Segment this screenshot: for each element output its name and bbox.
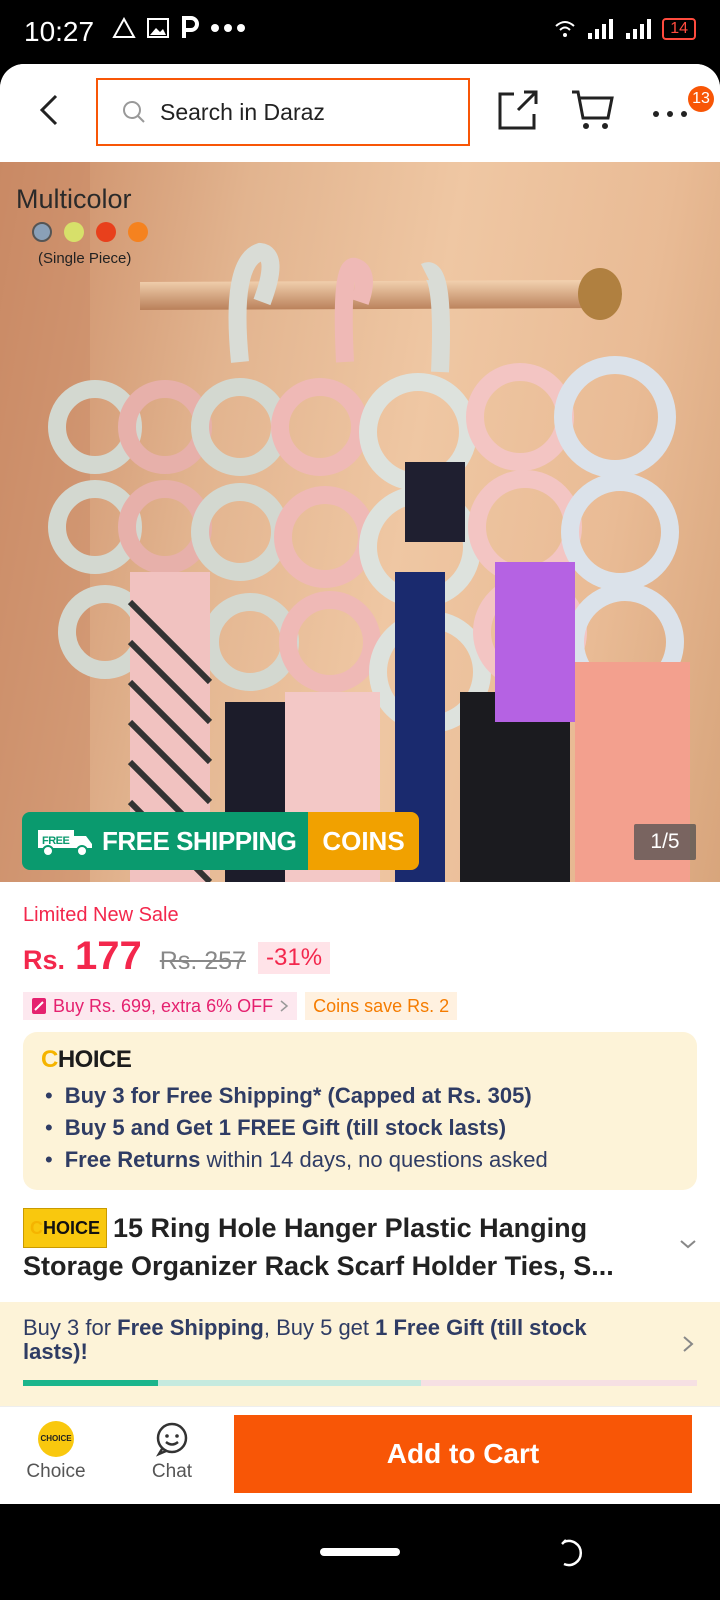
voucher-icon <box>32 998 46 1014</box>
original-price: Rs. 257 <box>159 947 246 975</box>
status-bar: 10:27 14 <box>0 0 720 64</box>
add-to-cart-button[interactable]: Add to Cart <box>234 1415 692 1493</box>
delivery-truck-icon: FREE <box>38 830 92 857</box>
product-title-text: 15 Ring Hole Hanger Plastic Hanging Stor… <box>23 1213 614 1281</box>
voucher-promo[interactable]: Buy Rs. 699, extra 6% OFF <box>23 992 298 1020</box>
swatch-orange <box>128 222 148 242</box>
progress-next <box>157 1380 421 1386</box>
tab-choice-label: Choice <box>26 1461 86 1482</box>
warning-triangle-icon <box>112 17 136 38</box>
benefit-item: Buy 5 and Get 1 FREE Gift (till stock la… <box>45 1112 548 1144</box>
product-page: Search in Daraz 13 Multicolor (Single Pi… <box>0 64 720 1504</box>
benefit-item: Buy 3 for Free Shipping* (Capped at Rs. … <box>45 1080 548 1112</box>
image-icon <box>147 18 169 38</box>
back-arrow-icon[interactable] <box>30 90 70 130</box>
share-icon[interactable] <box>496 88 540 132</box>
swatch-gray <box>32 222 52 242</box>
color-swatches <box>32 222 148 242</box>
chevron-right-icon <box>683 1336 694 1352</box>
status-time: 10:27 <box>24 16 95 47</box>
choice-coin-icon: CHOICE <box>38 1421 74 1457</box>
home-gesture-bar[interactable] <box>320 1548 400 1556</box>
shipping-progress-bar <box>23 1380 697 1386</box>
free-shipping-text: FREE SHIPPING <box>102 825 297 856</box>
shipping-progress-text: Buy 3 for Free Shipping, Buy 5 get 1 Fre… <box>23 1315 587 1364</box>
benefit-item: Free Returns within 14 days, no question… <box>45 1144 548 1176</box>
system-nav-bar <box>0 1504 720 1600</box>
status-notification-icons <box>112 16 246 40</box>
choice-logo: CHOICE <box>41 1046 132 1073</box>
search-icon <box>123 101 145 123</box>
search-placeholder: Search in Daraz <box>160 98 325 125</box>
progress-filled <box>23 1380 158 1386</box>
signal-icon <box>588 19 614 39</box>
variant-note: (Single Piece) <box>38 250 132 267</box>
parking-icon <box>182 16 199 38</box>
signal-icon-2 <box>626 19 652 39</box>
top-header: Search in Daraz 13 <box>0 64 720 162</box>
bottom-action-bar: CHOICE Choice Chat Add to Cart <box>0 1406 720 1504</box>
coins-text: COINS <box>322 825 405 856</box>
battery-indicator: 14 <box>662 18 696 40</box>
status-system-icons: 14 <box>554 18 696 40</box>
voucher-promo-text: Buy Rs. 699, extra 6% OFF <box>53 996 274 1016</box>
notification-badge: 13 <box>688 86 714 112</box>
variant-title: Multicolor <box>16 184 132 214</box>
swatch-red <box>96 222 116 242</box>
truck-free-text: FREE <box>42 835 70 847</box>
tab-choice[interactable]: CHOICE Choice <box>6 1421 106 1483</box>
product-photo <box>0 162 690 882</box>
chat-icon <box>155 1422 188 1457</box>
product-image-carousel[interactable]: Multicolor (Single Piece) FREE FREE SHIP… <box>0 162 720 882</box>
search-input[interactable]: Search in Daraz <box>96 78 470 146</box>
price-currency: Rs. <box>23 945 66 975</box>
swatch-lime <box>64 222 84 242</box>
cart-icon[interactable] <box>570 88 616 132</box>
product-title[interactable]: CHOICE 15 Ring Hole Hanger Plastic Hangin… <box>23 1208 663 1284</box>
choice-tag: CHOICE <box>23 1208 108 1248</box>
price-amount: 177 <box>75 934 142 978</box>
price-row: Rs. 177 Rs. 257 <box>23 934 246 979</box>
tab-chat[interactable]: Chat <box>122 1421 222 1483</box>
wifi-icon <box>555 21 575 37</box>
more-dots-icon <box>211 24 245 32</box>
free-shipping-badge: FREE FREE SHIPPING COINS <box>22 812 419 870</box>
coins-promo: Coins save Rs. 2 <box>305 992 458 1020</box>
shipping-progress-banner[interactable]: Buy 3 for Free Shipping, Buy 5 get 1 Fre… <box>0 1302 720 1406</box>
back-gesture-icon[interactable] <box>556 1538 586 1568</box>
choice-benefit-list: Buy 3 for Free Shipping* (Capped at Rs. … <box>45 1080 548 1176</box>
choice-benefits: CHOICE Buy 3 for Free Shipping* (Capped … <box>23 1032 697 1190</box>
promo-row: Buy Rs. 699, extra 6% OFF Coins save Rs.… <box>23 992 458 1020</box>
discount-badge: -31% <box>258 942 331 974</box>
chevron-down-icon[interactable] <box>678 1234 698 1254</box>
tab-chat-label: Chat <box>151 1461 193 1482</box>
chevron-right-icon <box>280 1000 289 1012</box>
image-pager: 1/5 <box>634 824 696 860</box>
sale-label: Limited New Sale <box>23 904 179 926</box>
